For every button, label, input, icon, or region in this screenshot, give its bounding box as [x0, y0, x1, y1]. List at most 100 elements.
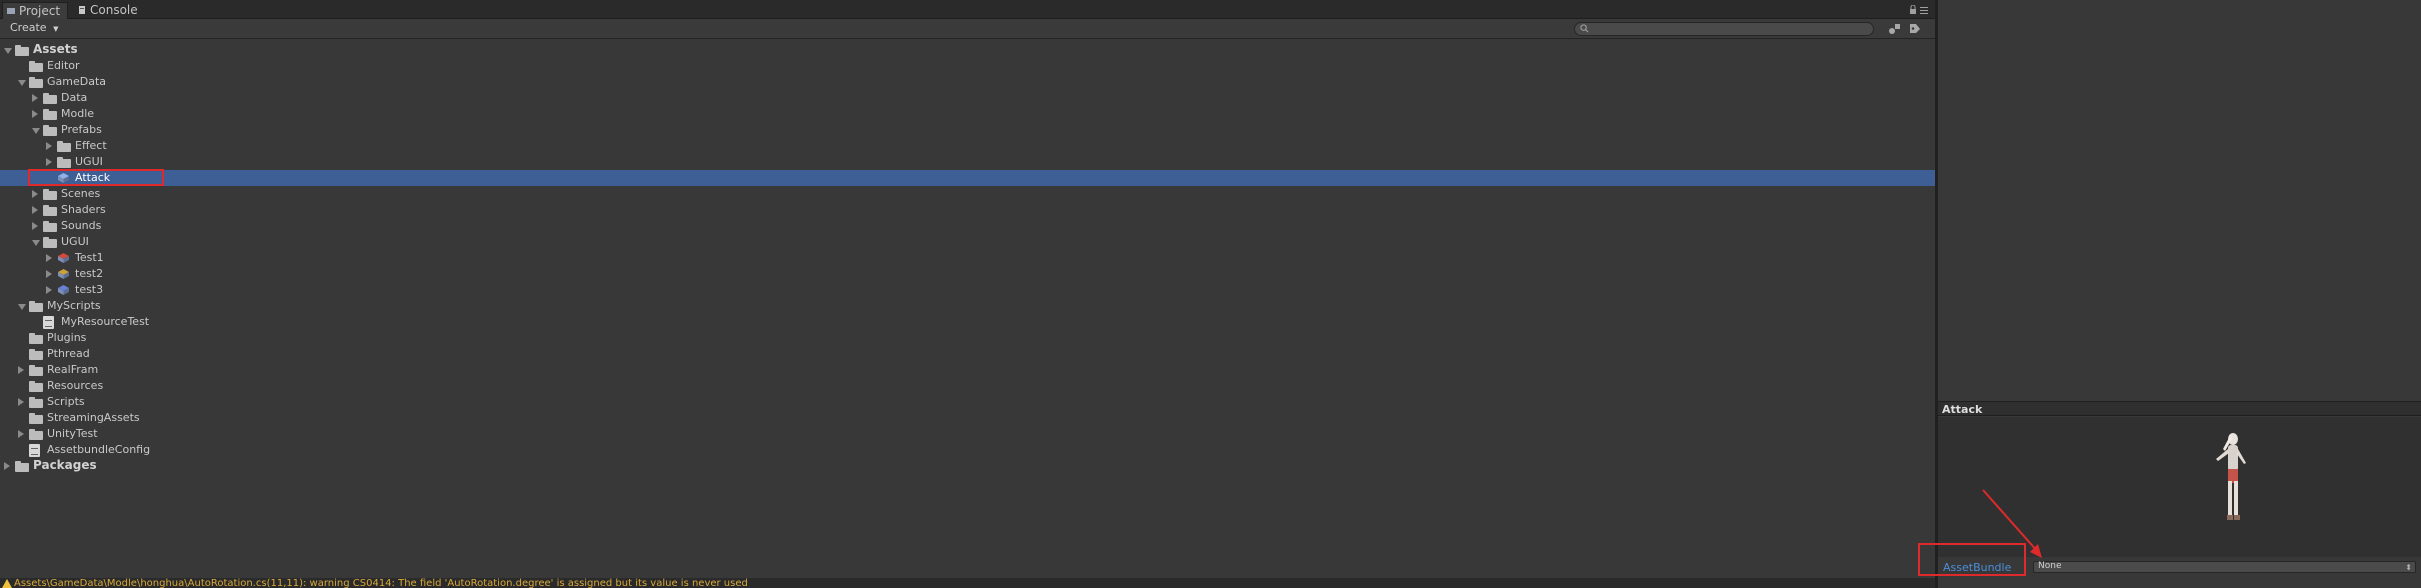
tab-project-label: Project: [19, 4, 61, 18]
tree-row[interactable]: StreamingAssets: [0, 410, 1935, 426]
tree-row[interactable]: MyScripts: [0, 298, 1935, 314]
tab-console-label: Console: [90, 3, 138, 17]
tree-row[interactable]: UGUI: [0, 234, 1935, 250]
create-button[interactable]: Create ▼: [4, 21, 64, 36]
tree-item-label: MyScripts: [47, 299, 101, 312]
tree-row[interactable]: test2: [0, 266, 1935, 282]
attack-highlight-box: [28, 169, 164, 186]
tree-row[interactable]: Assets: [0, 42, 1935, 58]
tree-item-label: Effect: [75, 139, 107, 152]
tree-item-label: test2: [75, 267, 104, 280]
expand-arrow-right-icon[interactable]: [32, 190, 38, 198]
folder-icon: [29, 381, 43, 392]
tree-row[interactable]: GameData: [0, 74, 1935, 90]
folder-icon: [15, 45, 29, 56]
tree-row[interactable]: UGUI: [0, 154, 1935, 170]
tree-row[interactable]: Modle: [0, 106, 1935, 122]
tree-item-label: StreamingAssets: [47, 411, 140, 424]
folder-icon: [29, 349, 43, 360]
expand-arrow-down-icon[interactable]: [18, 304, 26, 310]
preview-title: Attack: [1942, 403, 1983, 416]
tree-item-label: UGUI: [61, 235, 89, 248]
filter-by-label-icon[interactable]: [1908, 22, 1922, 35]
expand-arrow-right-icon[interactable]: [18, 398, 24, 406]
tree-item-label: Test1: [75, 251, 104, 264]
tree-row[interactable]: Attack: [0, 170, 1935, 186]
expand-arrow-right-icon[interactable]: [32, 206, 38, 214]
expand-arrow-right-icon[interactable]: [4, 462, 10, 470]
expand-arrow-right-icon[interactable]: [46, 254, 52, 262]
tree-row[interactable]: Resources: [0, 378, 1935, 394]
folder-icon: [29, 301, 43, 312]
expand-arrow-right-icon[interactable]: [46, 142, 52, 150]
tree-row[interactable]: MyResourceTest: [0, 314, 1935, 330]
tree-row[interactable]: RealFram: [0, 362, 1935, 378]
expand-arrow-right-icon[interactable]: [46, 286, 52, 294]
tree-row[interactable]: Test1: [0, 250, 1935, 266]
tree-row[interactable]: test3: [0, 282, 1935, 298]
chevron-down-icon: ▼: [53, 25, 59, 33]
script-file-icon: [43, 316, 54, 329]
dropdown-caret-icon: ⬍: [2405, 563, 2412, 572]
tree-row[interactable]: UnityTest: [0, 426, 1935, 442]
search-input[interactable]: [1574, 22, 1874, 36]
tree-row[interactable]: Plugins: [0, 330, 1935, 346]
preview-area[interactable]: [1938, 417, 2421, 557]
tree-row[interactable]: Data: [0, 90, 1935, 106]
folder-icon: [43, 125, 57, 136]
tree-row[interactable]: Prefabs: [0, 122, 1935, 138]
assetbundle-highlight-box: [1918, 543, 2026, 576]
prefab-icon: [58, 269, 69, 279]
tree-item-label: UnityTest: [47, 427, 98, 440]
tree-row[interactable]: Effect: [0, 138, 1935, 154]
status-bar[interactable]: Assets\GameData\Modle\honghua\AutoRotati…: [0, 578, 1935, 588]
folder-icon: [29, 333, 43, 344]
tree-row[interactable]: Sounds: [0, 218, 1935, 234]
project-panel: Project Console Create ▼ Assets Editor Gam…: [0, 0, 1935, 588]
expand-arrow-right-icon[interactable]: [46, 158, 52, 166]
preview-header[interactable]: Attack: [1938, 401, 2421, 416]
lock-and-menu-icon[interactable]: [1909, 5, 1929, 15]
warning-icon: [2, 579, 12, 588]
tree-item-label: test3: [75, 283, 104, 296]
expand-arrow-right-icon[interactable]: [32, 222, 38, 230]
expand-arrow-right-icon[interactable]: [18, 366, 24, 374]
filter-by-type-icon[interactable]: [1888, 22, 1902, 35]
tree-item-label: Editor: [47, 59, 80, 72]
tree-item-label: Data: [61, 91, 88, 104]
tab-project[interactable]: Project: [2, 2, 68, 19]
expand-arrow-right-icon[interactable]: [32, 94, 38, 102]
script-file-icon: [29, 444, 40, 457]
tab-console[interactable]: Console: [74, 2, 150, 19]
expand-arrow-right-icon[interactable]: [18, 430, 24, 438]
folder-icon: [57, 141, 71, 152]
expand-arrow-right-icon[interactable]: [46, 270, 52, 278]
expand-arrow-down-icon[interactable]: [4, 48, 12, 54]
folder-icon: [57, 157, 71, 168]
tree-item-label: Scenes: [61, 187, 101, 200]
tree-row[interactable]: Shaders: [0, 202, 1935, 218]
expand-arrow-down-icon[interactable]: [32, 240, 40, 246]
folder-icon: [15, 461, 29, 472]
tree-row[interactable]: Editor: [0, 58, 1935, 74]
assetbundle-name-dropdown[interactable]: None ⬍: [2033, 561, 2416, 573]
project-tab-icon: [7, 8, 15, 14]
assetbundle-dropdown-value: None: [2038, 561, 2062, 571]
prefab-icon: [58, 253, 69, 263]
tree-row[interactable]: AssetbundleConfig: [0, 442, 1935, 458]
prefab-icon: [58, 285, 69, 295]
tree-item-label: GameData: [47, 75, 107, 88]
tree-row[interactable]: Scripts: [0, 394, 1935, 410]
folder-icon: [29, 397, 43, 408]
expand-arrow-down-icon[interactable]: [32, 128, 40, 134]
folder-icon: [29, 77, 43, 88]
tree-item-label: Pthread: [47, 347, 90, 360]
tree-item-label: Shaders: [61, 203, 106, 216]
tree-row[interactable]: Packages: [0, 458, 1935, 474]
expand-arrow-right-icon[interactable]: [32, 110, 38, 118]
folder-icon: [43, 189, 57, 200]
tree-item-label: MyResourceTest: [61, 315, 150, 328]
tree-row[interactable]: Scenes: [0, 186, 1935, 202]
expand-arrow-down-icon[interactable]: [18, 80, 26, 86]
tree-row[interactable]: Pthread: [0, 346, 1935, 362]
